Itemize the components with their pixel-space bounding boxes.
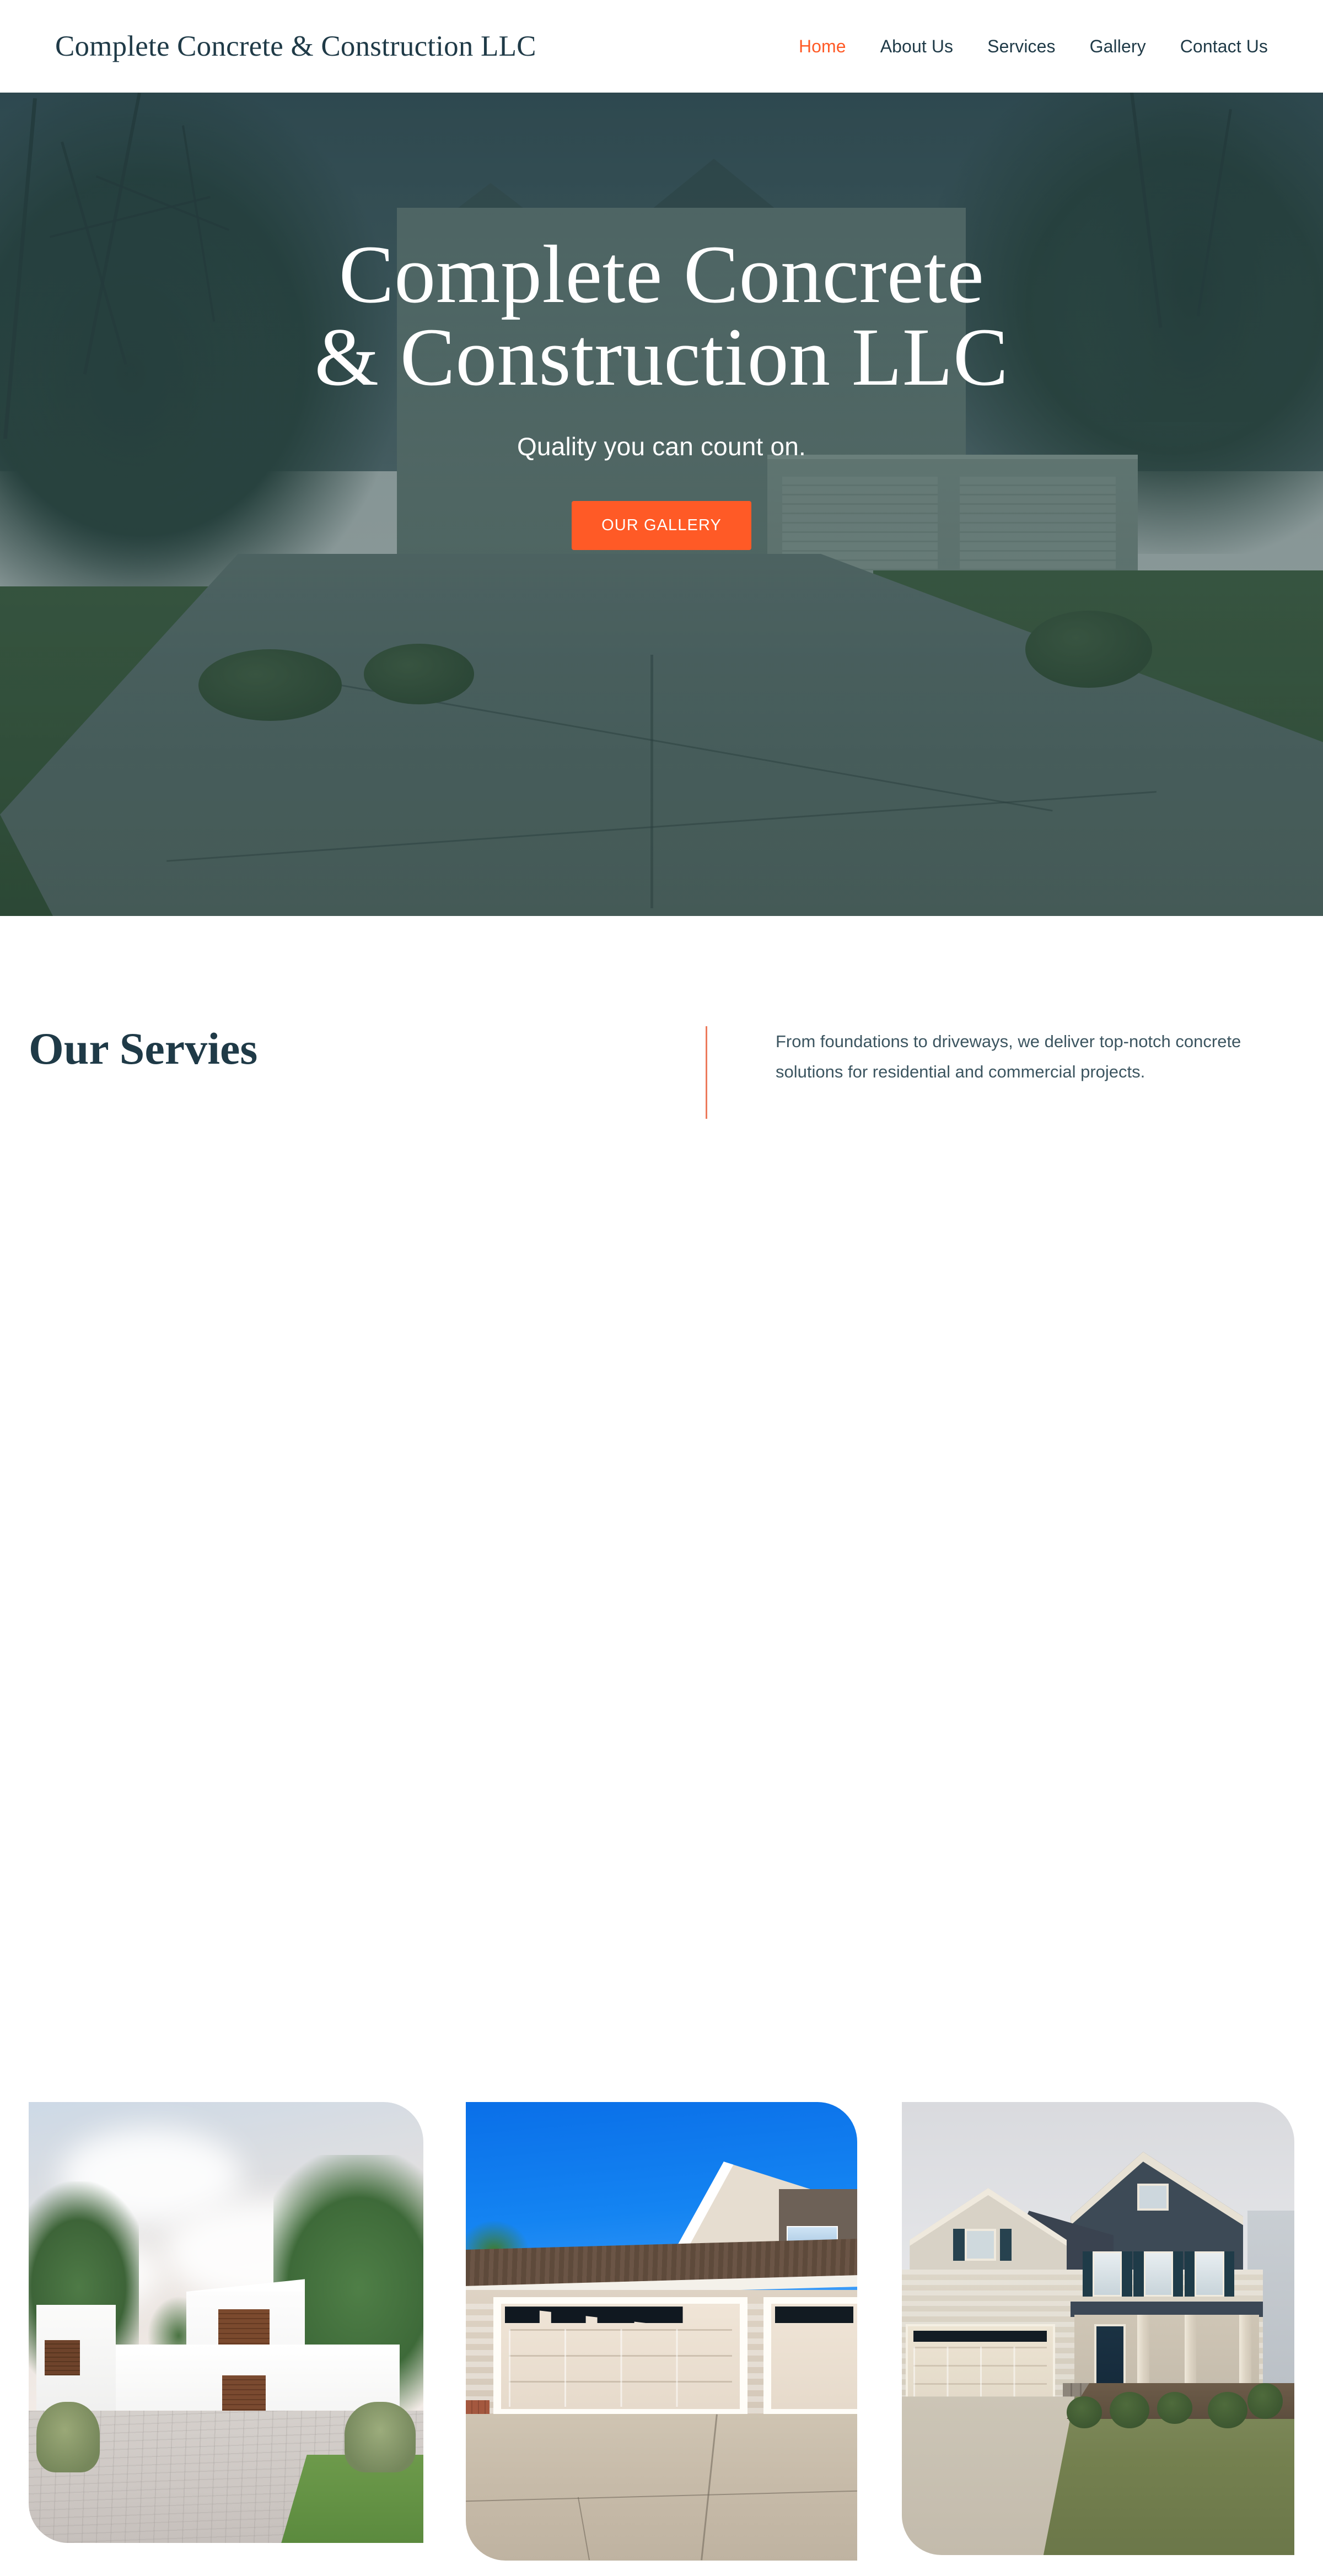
service-card-image-2	[466, 2102, 857, 2561]
services-header: Our Servies From foundations to driveway…	[29, 1026, 1294, 1119]
service-card-image-3	[902, 2102, 1294, 2555]
service-card-image-1	[29, 2102, 423, 2543]
service-card-craftsman-home[interactable]	[902, 2102, 1294, 2555]
site-logo[interactable]: Complete Concrete & Construction LLC	[55, 30, 536, 63]
hero-title-line-1: Complete Concrete	[338, 229, 985, 320]
vertical-divider	[706, 1026, 707, 1119]
nav-item-home[interactable]: Home	[782, 36, 863, 57]
nav-item-gallery[interactable]: Gallery	[1073, 36, 1163, 57]
hero-subtitle: Quality you can count on.	[517, 432, 806, 461]
services-heading: Our Servies	[29, 1023, 258, 1074]
hero-title-line-2: & Construction LLC	[314, 311, 1009, 403]
hero-title: Complete Concrete & Construction LLC	[315, 233, 1009, 398]
services-section: Our Servies From foundations to driveway…	[0, 916, 1323, 2561]
nav-item-contact-us[interactable]: Contact Us	[1163, 36, 1268, 57]
service-card-modern-house[interactable]	[29, 2102, 423, 2543]
services-card-grid	[0, 2102, 1323, 2576]
services-description: From foundations to driveways, we delive…	[776, 1032, 1241, 1082]
our-gallery-button[interactable]: OUR GALLERY	[572, 501, 751, 550]
nav-item-services[interactable]: Services	[970, 36, 1073, 57]
site-header: Complete Concrete & Construction LLC Hom…	[0, 0, 1323, 93]
main-navigation: Home About Us Services Gallery Contact U…	[782, 36, 1268, 57]
hero-section: Complete Concrete & Construction LLC Qua…	[0, 93, 1323, 916]
service-card-garage-driveway[interactable]	[466, 2102, 857, 2561]
nav-item-about-us[interactable]: About Us	[863, 36, 970, 57]
